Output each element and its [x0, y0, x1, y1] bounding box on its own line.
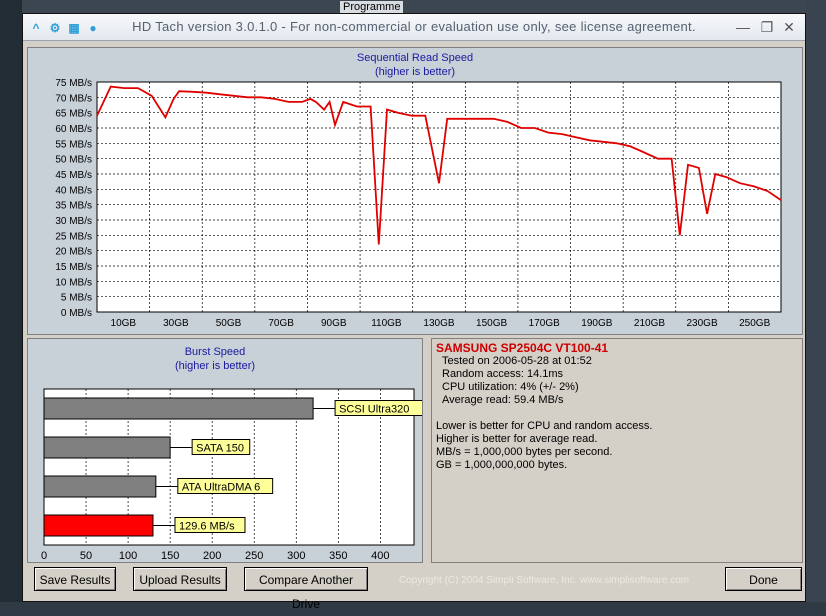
read-x-tick-label: 250GB	[739, 318, 770, 329]
read-y-tick-label: 20 MB/s	[55, 247, 92, 258]
save-results-button[interactable]: Save Results	[34, 567, 116, 591]
read-y-tick-label: 40 MB/s	[55, 185, 92, 196]
read-x-tick-label: 50GB	[216, 318, 242, 329]
info-tested-on: Tested on 2006-05-28 at 01:52	[442, 355, 592, 367]
burst-bar-label: ATA UltraDMA 6	[182, 482, 260, 494]
read-x-tick-label: 130GB	[423, 318, 454, 329]
read-y-tick-label: 70 MB/s	[55, 93, 92, 104]
done-button[interactable]: Done	[725, 567, 802, 591]
burst-x-tick-label: 50	[80, 550, 92, 562]
drive-name: SAMSUNG SP2504C VT100-41	[436, 341, 609, 355]
desktop-right-strip	[806, 0, 826, 602]
burst-bar	[43, 514, 154, 537]
compare-another-drive-button[interactable]: Compare Another Drive	[244, 567, 368, 611]
read-x-tick-label: 190GB	[581, 318, 612, 329]
read-y-tick-label: 55 MB/s	[55, 139, 92, 150]
background-window-label: Programme	[340, 1, 404, 13]
info-note-higher: Higher is better for average read.	[436, 433, 598, 445]
info-average-read: Average read: 59.4 MB/s	[442, 394, 564, 406]
info-note-lower: Lower is better for CPU and random acces…	[436, 420, 653, 432]
read-x-tick-label: 170GB	[529, 318, 560, 329]
desktop-left-strip	[0, 0, 22, 602]
burst-bar	[43, 436, 171, 459]
hdtach-window: ^ ⚙ ▦ ● HD Tach version 3.0.1.0 - For non-c…	[22, 13, 806, 611]
burst-x-tick-label: 150	[161, 550, 179, 562]
burst-x-tick-label: 250	[245, 550, 263, 562]
read-y-tick-label: 60 MB/s	[55, 124, 92, 135]
burst-x-tick-label: 400	[371, 550, 389, 562]
restore-icon[interactable]: ❐	[757, 17, 777, 37]
copyright-text: Copyright (C) 2004 Simpli Software, Inc.…	[399, 575, 690, 586]
burst-bar	[43, 397, 314, 420]
read-x-tick-label: 230GB	[687, 318, 718, 329]
read-x-tick-label: 110GB	[371, 318, 402, 329]
burst-bar-label: 129.6 MB/s	[179, 521, 235, 533]
minimize-icon[interactable]: —	[733, 17, 753, 37]
burst-x-tick-label: 200	[203, 550, 221, 562]
read-speed-panel: Sequential Read Speed (higher is better)…	[27, 47, 803, 335]
burst-x-tick-label: 300	[287, 550, 305, 562]
burst-speed-panel: Burst Speed (higher is better) 0 50 100 150…	[27, 338, 423, 563]
read-x-tick-label: 90GB	[321, 318, 347, 329]
burst-bar	[43, 475, 157, 498]
read-plot-area	[96, 81, 782, 313]
background-window-item[interactable]: Programme	[340, 1, 404, 13]
close-icon[interactable]: ✕	[779, 17, 799, 37]
read-x-tick-label: 210GB	[634, 318, 665, 329]
read-y-tick-label: 35 MB/s	[55, 201, 92, 212]
read-speed-chart: 0 MB/s 5 MB/s 10 MB/s 15 MB/s 20 MB/s 25 MB/s…	[55, 78, 782, 329]
title-bar[interactable]: ^ ⚙ ▦ ● HD Tach version 3.0.1.0 - For non-c…	[23, 14, 805, 41]
drive-info-panel: SAMSUNG SP2504C VT100-41 Tested on 2006-…	[431, 338, 803, 563]
info-random-access: Random access: 14.1ms	[442, 368, 564, 380]
burst-x-tick-label: 100	[119, 550, 137, 562]
burst-x-tick-label: 0	[41, 550, 47, 562]
read-y-tick-label: 45 MB/s	[55, 170, 92, 181]
burst-x-tick-label: 350	[329, 550, 347, 562]
info-note-gb: GB = 1,000,000,000 bytes.	[436, 459, 568, 471]
read-y-tick-label: 15 MB/s	[55, 262, 92, 273]
read-y-tick-label: 0 MB/s	[61, 308, 92, 319]
read-y-tick-label: 25 MB/s	[55, 231, 92, 242]
read-y-tick-label: 30 MB/s	[55, 216, 92, 227]
read-x-tick-label: 150GB	[476, 318, 507, 329]
read-x-tick-label: 10GB	[111, 318, 137, 329]
info-note-mbs: MB/s = 1,000,000 bytes per second.	[436, 446, 613, 458]
burst-bar-label: SATA 150	[196, 443, 244, 455]
info-cpu-utilization: CPU utilization: 4% (+/- 2%)	[442, 381, 579, 393]
read-y-tick-label: 65 MB/s	[55, 109, 92, 120]
read-y-tick-label: 5 MB/s	[61, 293, 92, 304]
window-title: HD Tach version 3.0.1.0 - For non-commer…	[132, 19, 696, 34]
read-x-tick-label: 70GB	[268, 318, 294, 329]
burst-bar-label: SCSI Ultra320	[339, 404, 409, 416]
read-y-tick-label: 75 MB/s	[55, 78, 92, 89]
read-x-tick-label: 30GB	[163, 318, 189, 329]
upload-results-button[interactable]: Upload Results	[133, 567, 227, 591]
read-y-tick-label: 50 MB/s	[55, 155, 92, 166]
read-y-tick-label: 10 MB/s	[55, 277, 92, 288]
burst-speed-chart: 0 50 100 150 200 250 300 350 400 SCSI Ultra320 SAT…	[41, 388, 422, 562]
